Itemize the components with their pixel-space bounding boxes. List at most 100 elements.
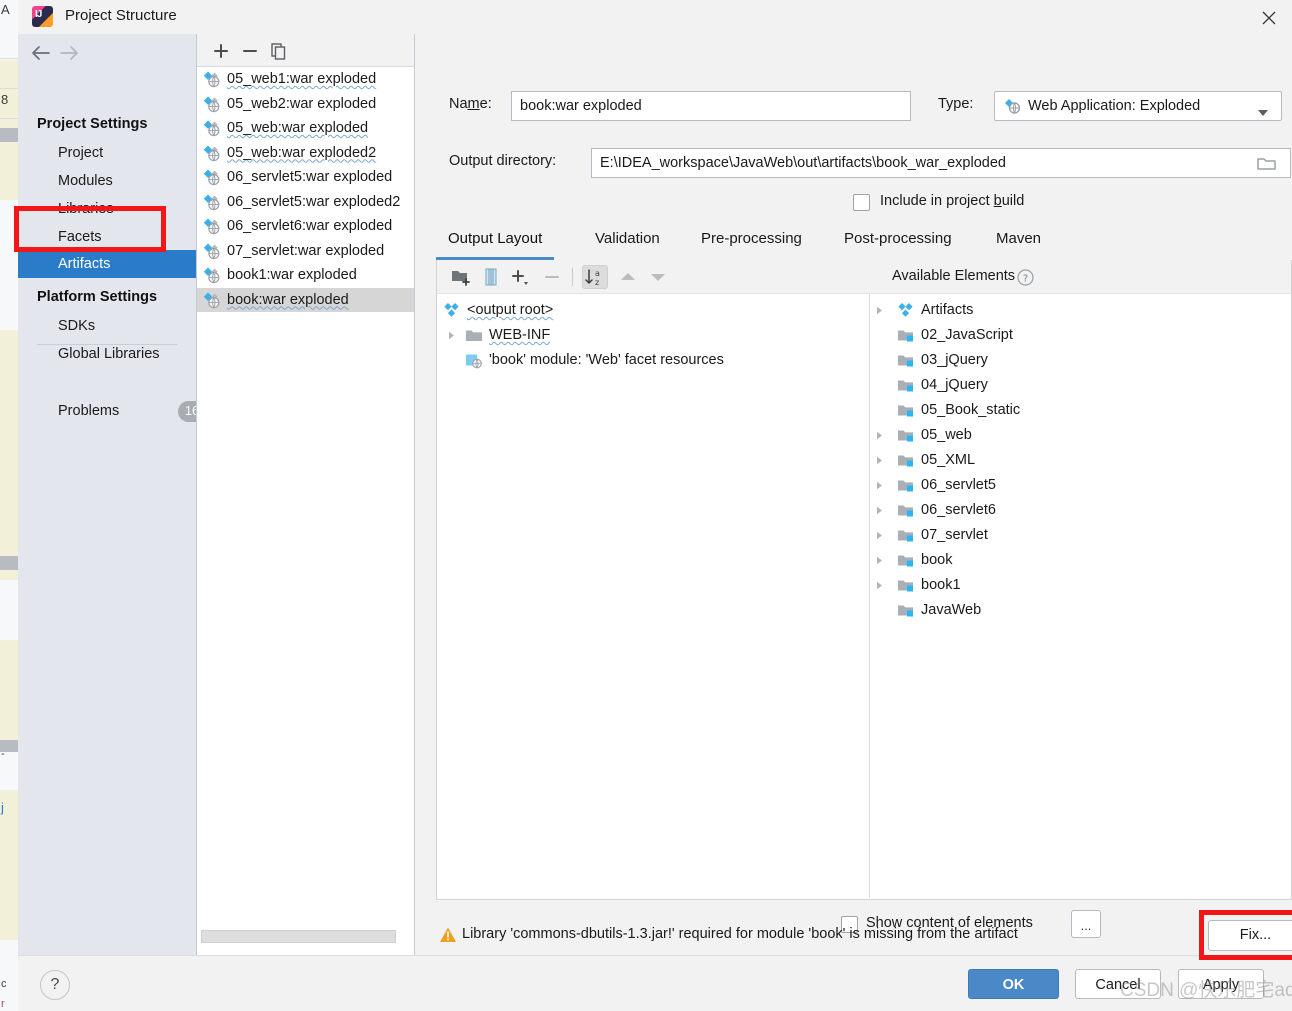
output-layout-tree[interactable]: <output root> WEB-INF 'book' module: 'Web'… <box>437 298 867 373</box>
sidebar-item-project[interactable]: Project <box>18 139 196 167</box>
artifacts-list-hscroll-thumb[interactable] <box>201 930 396 943</box>
tab-output-layout[interactable]: Output Layout <box>436 222 555 260</box>
artifact-icon <box>443 302 461 319</box>
chevron-right-icon[interactable] <box>875 431 884 440</box>
artifact-list-item[interactable]: 05_web:war exploded <box>197 116 414 141</box>
editor-split-divider[interactable] <box>869 294 870 898</box>
artifacts-list[interactable]: 05_web1:war exploded 05_web2:war exploded… <box>197 67 414 922</box>
tab-validation[interactable]: Validation <box>583 222 672 260</box>
available-element-node[interactable]: 04_jQuery <box>871 373 1289 398</box>
background-char: A <box>1 2 10 17</box>
artifact-list-item[interactable]: 05_web:war exploded2 <box>197 141 414 166</box>
available-element-node[interactable]: 07_servlet <box>871 523 1289 548</box>
output-tree-node[interactable]: <output root> <box>437 298 867 323</box>
available-element-label: 04_jQuery <box>921 377 988 393</box>
available-element-label: Artifacts <box>921 302 974 318</box>
artifact-list-item[interactable]: 06_servlet6:war exploded <box>197 214 414 239</box>
available-element-node[interactable]: 03_jQuery <box>871 348 1289 373</box>
arrow-left-icon[interactable] <box>29 43 55 65</box>
sidebar-item-modules[interactable]: Modules <box>18 167 196 195</box>
available-element-node[interactable]: 02_JavaScript <box>871 323 1289 348</box>
sidebar-item-problems[interactable]: Problems <box>18 397 196 425</box>
minus-icon[interactable] <box>542 267 562 287</box>
output-directory-input[interactable]: E:\IDEA_workspace\JavaWeb\out\artifacts\… <box>591 148 1291 178</box>
tab-maven[interactable]: Maven <box>984 222 1053 260</box>
more-options-button[interactable]: ... <box>1071 910 1101 938</box>
artifact-icon <box>897 302 915 319</box>
artifact-list-item[interactable]: 05_web2:war exploded <box>197 92 414 117</box>
artifact-list-item[interactable]: 06_servlet5:war exploded2 <box>197 190 414 215</box>
available-element-node[interactable]: book <box>871 548 1289 573</box>
artifact-list-item[interactable]: book1:war exploded <box>197 263 414 288</box>
chevron-right-icon[interactable] <box>875 481 884 490</box>
detail-tabs: Output Layout Validation Pre-processing Pos… <box>436 222 1292 260</box>
artifact-list-item[interactable]: 06_servlet5:war exploded <box>197 165 414 190</box>
available-element-label: 07_servlet <box>921 527 988 543</box>
cancel-button[interactable]: Cancel <box>1075 969 1161 999</box>
artifact-icon <box>1004 98 1022 115</box>
available-elements-tree[interactable]: Artifacts 02_JavaScript 03_jQuery 04_jQuery… <box>871 298 1289 623</box>
sidebar-item-artifacts[interactable]: Artifacts <box>18 250 196 278</box>
plus-dropdown-icon[interactable] <box>510 267 534 287</box>
artifact-icon <box>203 120 221 137</box>
available-element-node[interactable]: 05_Book_static <box>871 398 1289 423</box>
output-tree-node[interactable]: 'book' module: 'Web' facet resources <box>437 348 867 373</box>
archive-icon[interactable] <box>482 267 500 287</box>
available-element-label: book1 <box>921 577 961 593</box>
output-tree-node[interactable]: WEB-INF <box>437 323 867 348</box>
chevron-right-icon[interactable] <box>875 456 884 465</box>
available-element-node[interactable]: 06_servlet6 <box>871 498 1289 523</box>
module-icon <box>897 527 915 544</box>
chevron-right-icon[interactable] <box>875 581 884 590</box>
apply-button[interactable]: Apply <box>1178 969 1264 999</box>
artifacts-list-hscrollbar[interactable] <box>199 930 412 949</box>
new-folder-icon[interactable] <box>450 267 474 287</box>
chevron-right-icon[interactable] <box>875 531 884 540</box>
output-layout-editor: a z Available Elements ? <output root> WE… <box>436 260 1292 900</box>
ok-button[interactable]: OK <box>968 969 1059 999</box>
type-label: Type: <box>938 96 974 112</box>
arrow-up-icon[interactable] <box>617 267 639 287</box>
name-input[interactable]: book:war exploded <box>511 91 911 121</box>
background-char: 8 <box>1 92 9 107</box>
artifact-icon <box>203 243 221 260</box>
svg-text:a: a <box>595 269 600 278</box>
sort-alpha-icon[interactable]: a z <box>582 265 608 289</box>
output-tree-node-label: <output root> <box>467 302 554 318</box>
tab-pre-processing[interactable]: Pre-processing <box>689 222 814 260</box>
type-dropdown[interactable]: Web Application: Exploded <box>994 91 1282 121</box>
minus-icon[interactable] <box>239 41 261 61</box>
tab-post-processing[interactable]: Post-processing <box>832 222 964 260</box>
plus-icon[interactable] <box>210 41 232 61</box>
arrow-down-icon[interactable] <box>647 267 669 287</box>
chevron-right-icon[interactable] <box>875 306 884 315</box>
close-icon[interactable] <box>1246 0 1292 34</box>
available-element-node[interactable]: JavaWeb <box>871 598 1289 623</box>
type-dropdown-value: Web Application: Exploded <box>1028 98 1201 114</box>
arrow-right-icon[interactable] <box>57 43 83 65</box>
available-element-node[interactable]: 05_XML <box>871 448 1289 473</box>
artifact-list-item-label: 07_servlet:war exploded <box>227 242 385 259</box>
chevron-right-icon[interactable] <box>875 556 884 565</box>
chevron-right-icon[interactable] <box>875 506 884 515</box>
artifact-list-item[interactable]: 07_servlet:war exploded <box>197 239 414 264</box>
help-circle-icon[interactable]: ? <box>1017 269 1034 286</box>
help-circle-icon[interactable]: ? <box>40 970 70 1000</box>
chevron-down-icon <box>1257 104 1269 122</box>
sidebar-nav <box>18 34 196 74</box>
available-element-node[interactable]: 05_web <box>871 423 1289 448</box>
available-element-node[interactable]: 06_servlet5 <box>871 473 1289 498</box>
module-icon <box>897 577 915 594</box>
chevron-right-icon[interactable] <box>447 331 456 340</box>
sidebar-item-sdks[interactable]: SDKs <box>18 312 196 340</box>
copy-icon[interactable] <box>267 41 289 61</box>
artifact-list-item[interactable]: book:war exploded <box>197 287 414 312</box>
artifact-icon <box>203 145 221 162</box>
available-element-node[interactable]: Artifacts <box>871 298 1289 323</box>
available-element-node[interactable]: book1 <box>871 573 1289 598</box>
sidebar-group-project-settings: Project Settings <box>37 116 148 132</box>
artifact-list-item[interactable]: 05_web1:war exploded <box>197 67 414 92</box>
folder-icon[interactable] <box>1256 155 1278 172</box>
include-in-project-build-checkbox[interactable] <box>853 194 870 211</box>
artifact-list-item-label: 05_web1:war exploded <box>227 71 377 87</box>
